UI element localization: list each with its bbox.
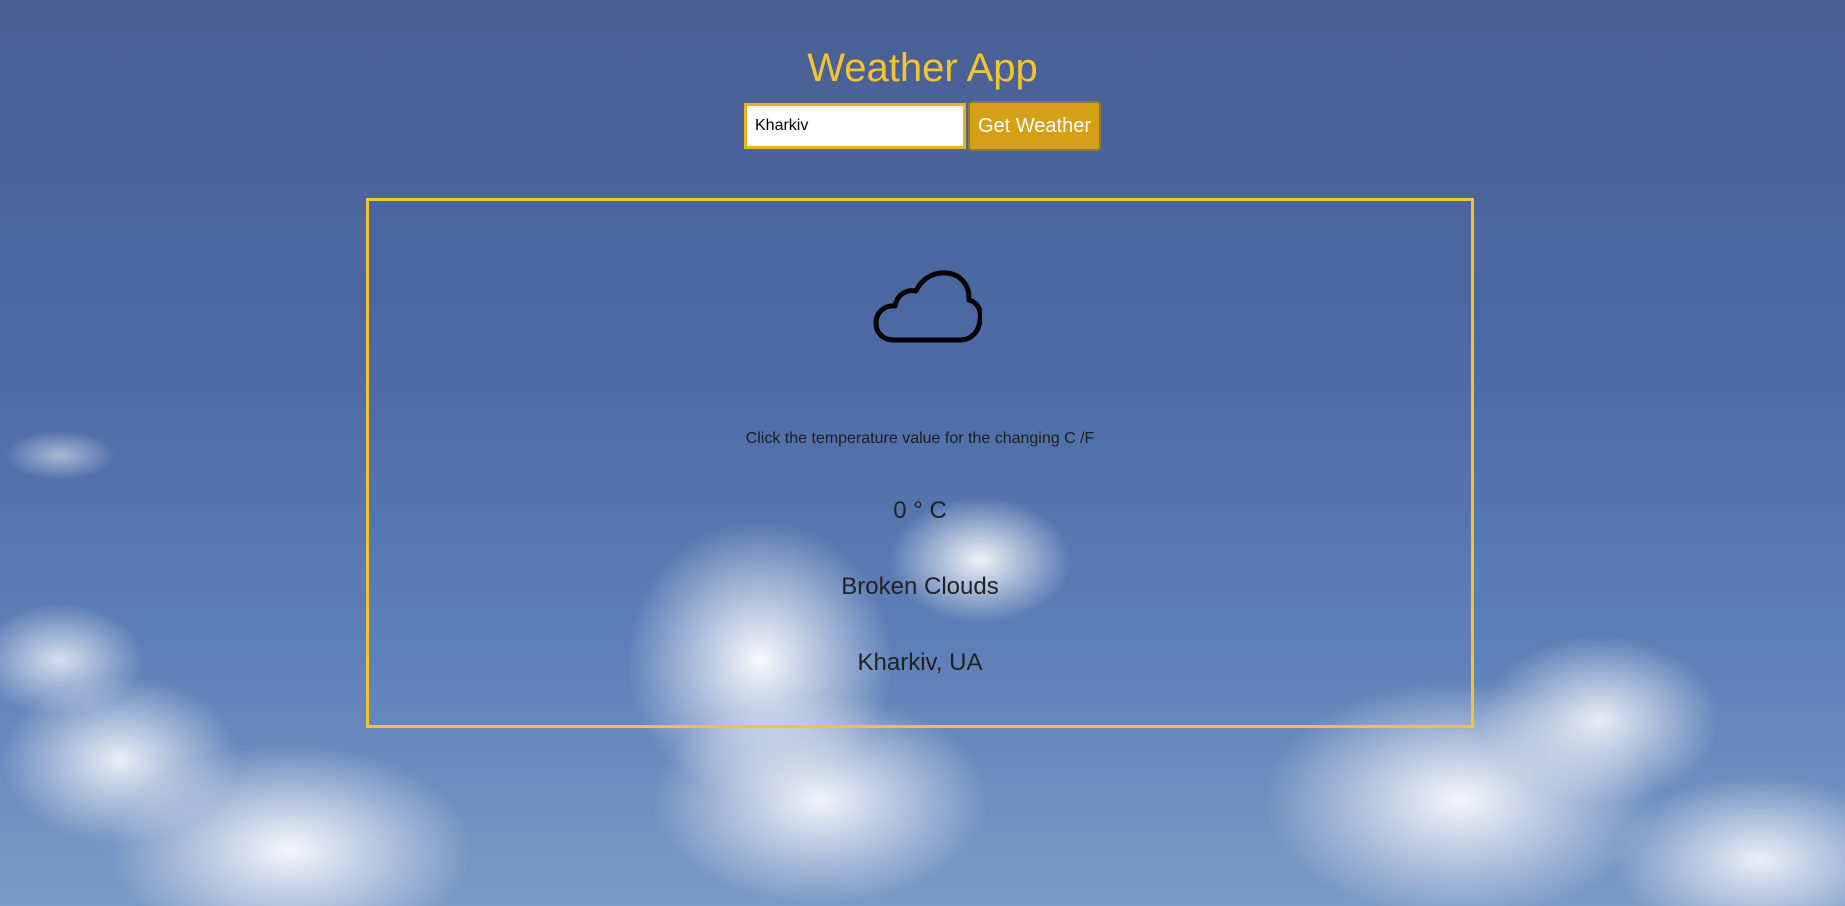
get-weather-button[interactable]: Get Weather <box>968 101 1101 151</box>
unit-toggle-hint: Click the temperature value for the chan… <box>745 430 1095 447</box>
city-search-input[interactable] <box>744 103 966 149</box>
cloud-icon <box>873 270 982 343</box>
search-bar: Get Weather <box>744 101 1101 151</box>
weather-card: Click the temperature value for the chan… <box>366 198 1474 728</box>
weather-app: Weather App Get Weather Click the temper… <box>0 0 1845 906</box>
temperature-row: 0 ° C <box>369 497 1471 525</box>
location-label: Kharkiv, UA <box>857 649 983 676</box>
temperature-value[interactable]: 0 ° C <box>893 497 947 524</box>
page-title: Weather App <box>807 46 1038 90</box>
weather-description: Broken Clouds <box>841 573 999 600</box>
